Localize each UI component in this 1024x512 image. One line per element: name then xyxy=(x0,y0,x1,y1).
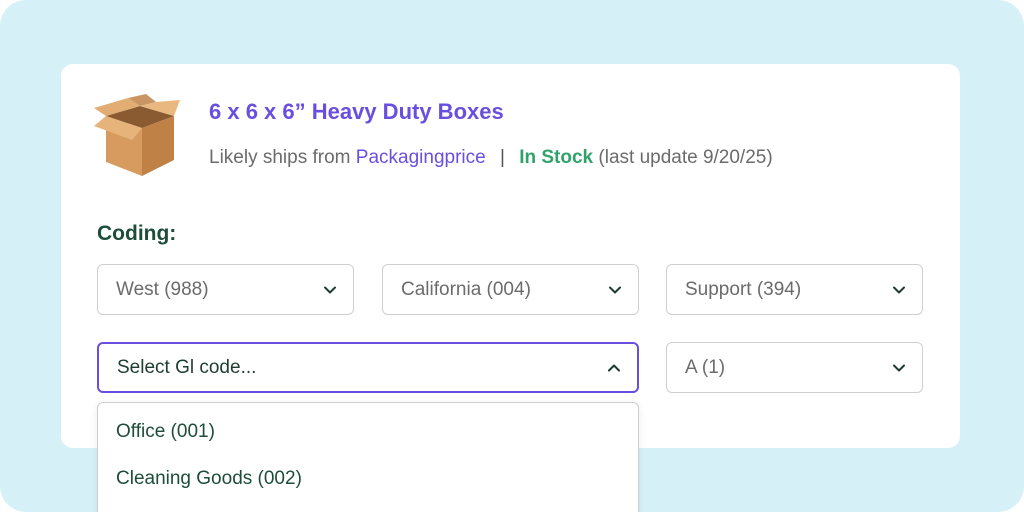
gl-option-cleaning-goods[interactable]: Cleaning Goods (002) xyxy=(116,468,302,490)
background-frame: 6 x 6 x 6” Heavy Duty Boxes Likely ships… xyxy=(0,0,1024,512)
region-select[interactable]: West (988) xyxy=(97,264,354,315)
class-select[interactable]: A (1) xyxy=(666,342,923,393)
gl-code-placeholder: Select Gl code... xyxy=(117,356,257,378)
chevron-down-icon xyxy=(892,283,906,297)
vendor-link[interactable]: Packagingprice xyxy=(356,147,486,168)
state-select-value: California (004) xyxy=(401,278,531,300)
department-select-value: Support (394) xyxy=(685,278,802,300)
department-select[interactable]: Support (394) xyxy=(666,264,923,315)
gl-code-select[interactable]: Select Gl code... xyxy=(97,342,639,393)
stock-status: In Stock xyxy=(519,147,594,168)
separator: | xyxy=(499,147,505,168)
chevron-up-icon xyxy=(607,361,621,375)
product-title: 6 x 6 x 6” Heavy Duty Boxes xyxy=(209,99,504,124)
last-update-text: (last update 9/20/25) xyxy=(598,147,773,168)
state-select[interactable]: California (004) xyxy=(382,264,639,315)
ships-from-text: Likely ships from xyxy=(209,147,351,168)
chevron-down-icon xyxy=(892,361,906,375)
gl-code-dropdown: Office (001) Cleaning Goods (002) xyxy=(97,402,639,512)
shipping-info: Likely ships from Packagingprice | In St… xyxy=(209,147,773,169)
gl-option-office[interactable]: Office (001) xyxy=(116,421,215,443)
class-select-value: A (1) xyxy=(685,356,726,378)
chevron-down-icon xyxy=(608,283,622,297)
coding-label: Coding: xyxy=(97,222,177,245)
region-select-value: West (988) xyxy=(116,278,209,300)
chevron-down-icon xyxy=(323,283,337,297)
cardboard-box-icon xyxy=(94,94,180,176)
